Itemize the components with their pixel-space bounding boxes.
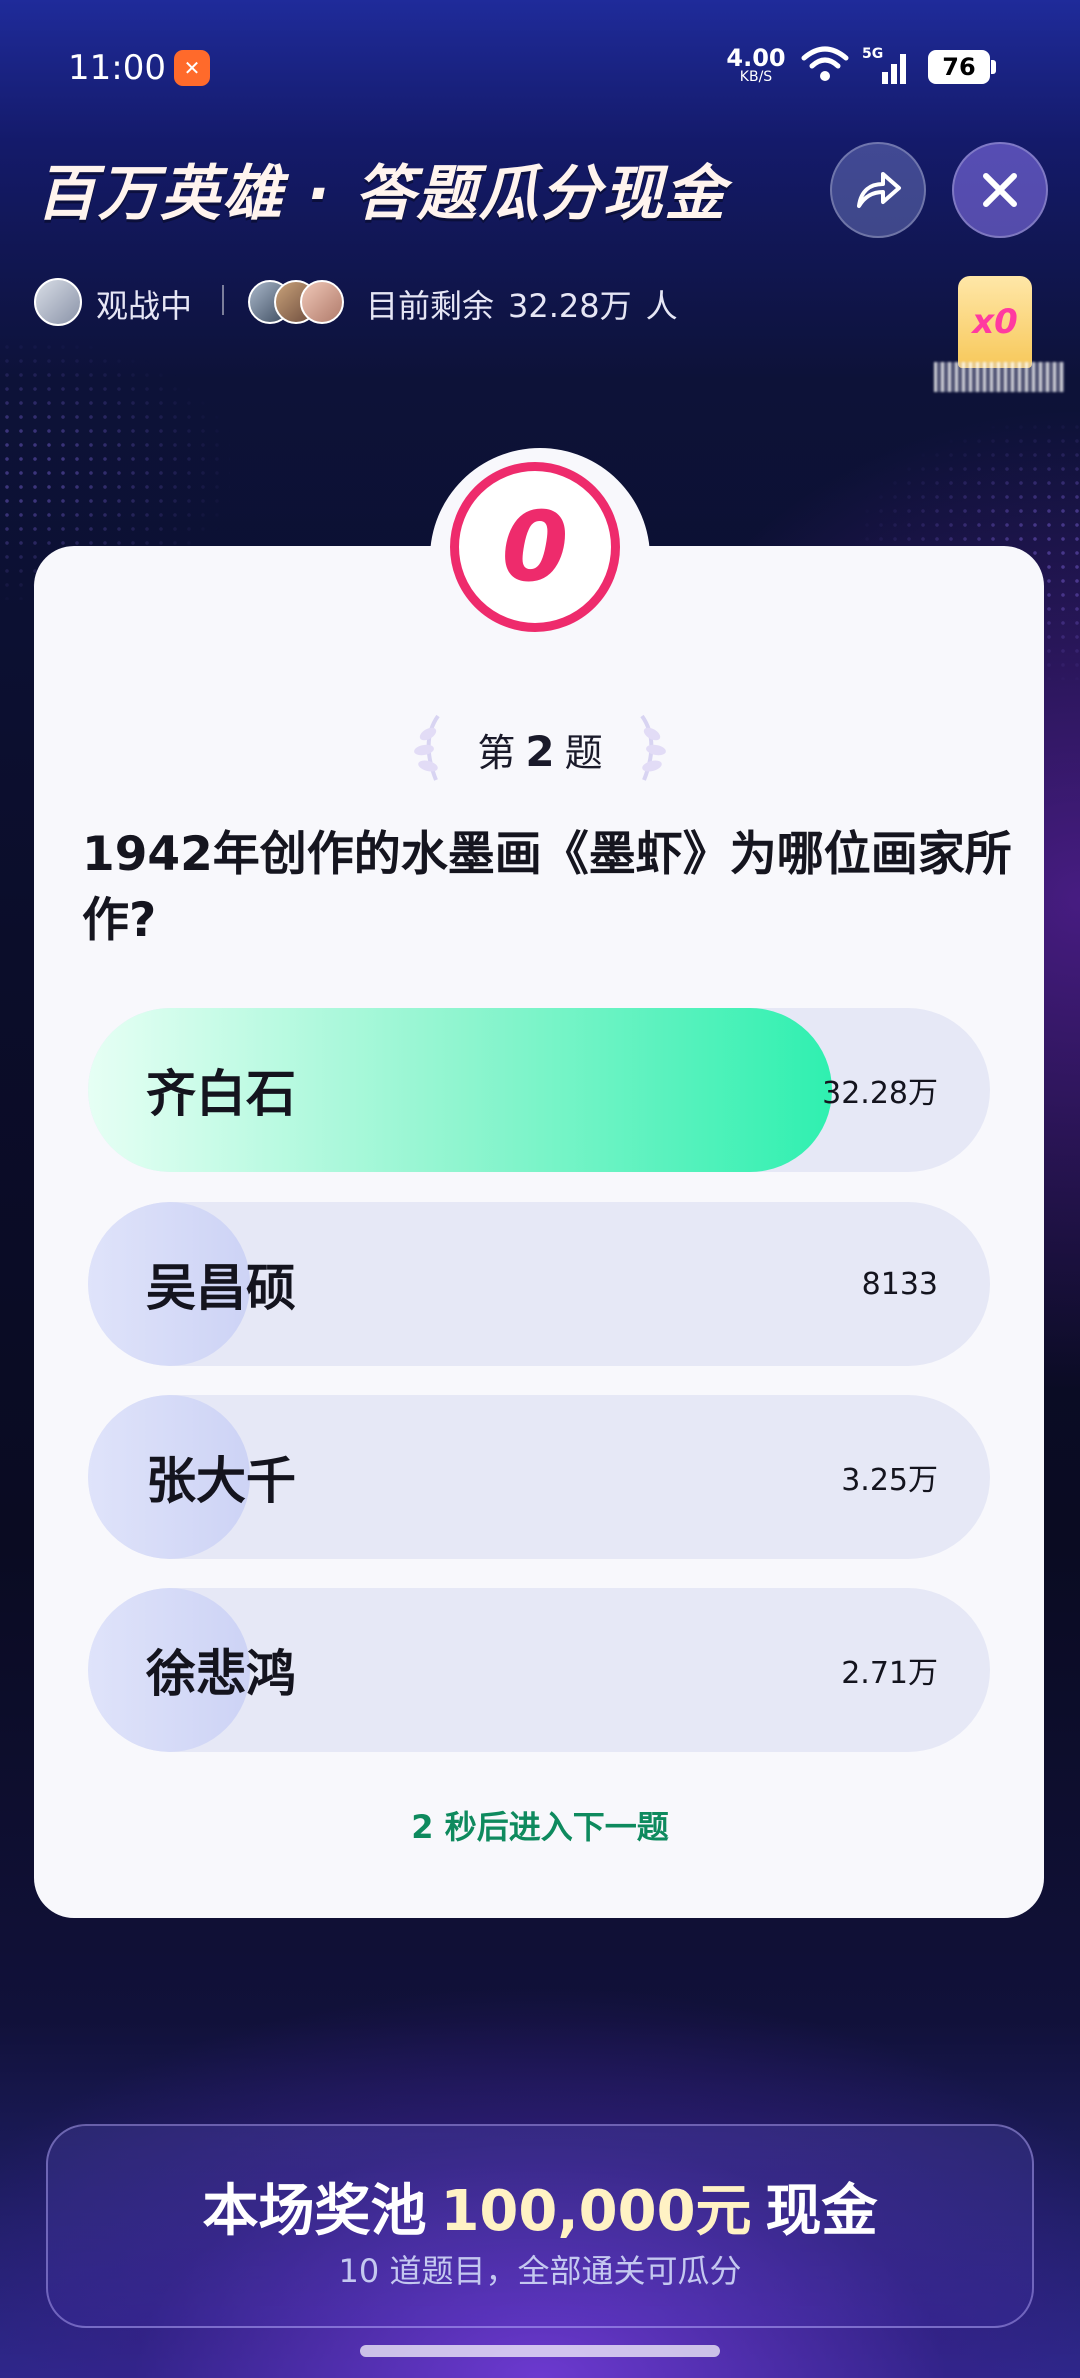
prize-prefix: 本场奖池 (202, 2179, 427, 2244)
answer-option[interactable]: 齐白石 32.28万 (88, 1008, 990, 1172)
answer-option-count: 32.28万 (822, 1076, 938, 1111)
network-speed: 4.00 KB/S (726, 46, 786, 84)
question-text: 1942年创作的水墨画《墨虾》为哪位画家所作? (82, 827, 1012, 948)
answer-option-count: 2.71万 (841, 1656, 938, 1691)
audience-avatar (300, 280, 344, 324)
answer-option[interactable]: 张大千 3.25万 (88, 1395, 990, 1559)
wifi-icon (801, 46, 849, 81)
prize-amount: 100,000元 (440, 2179, 752, 2244)
countdown-timer: 0 (450, 462, 620, 632)
status-bar: 11:00 ✕ 4.00 KB/S 5G 76 (0, 0, 1080, 140)
close-button[interactable] (952, 142, 1048, 238)
battery-icon: 76 (928, 50, 996, 84)
remaining-prefix: 目前剩余 (366, 287, 495, 325)
share-icon (857, 172, 901, 208)
avatar[interactable] (34, 278, 82, 326)
network-speed-value: 4.00 (726, 44, 786, 72)
next-question-text: 秒后进入下一题 (444, 1808, 669, 1846)
remaining-suffix: 人 (645, 287, 678, 325)
app-notification-icon: ✕ (174, 50, 210, 86)
page-title: 百万英雄 · 答题瓜分现金 (36, 159, 727, 229)
next-question-seconds: 2 (411, 1808, 434, 1846)
close-icon (983, 173, 1017, 207)
network-speed-unit: KB/S (739, 69, 773, 85)
question-number-suffix: 题 (564, 731, 603, 775)
question-number: 第2题 (0, 722, 1080, 777)
answer-option[interactable]: 吴昌硕 8133 (88, 1202, 990, 1366)
question-number-value: 2 (525, 727, 555, 776)
5g-signal-icon: 5G (862, 46, 906, 84)
divider (222, 285, 224, 315)
watching-label: 观战中 (96, 287, 193, 325)
prize-pool-title: 本场奖池 100,000元 现金 (0, 2166, 1080, 2247)
home-indicator[interactable] (360, 2345, 720, 2357)
next-question-hint: 2 秒后进入下一题 (0, 1802, 1080, 1848)
answer-option-label: 齐白石 (146, 1065, 296, 1123)
revive-multiplier-badge[interactable]: x0 (958, 276, 1032, 368)
svg-text:5G: 5G (862, 46, 883, 62)
answer-option-label: 张大千 (146, 1452, 296, 1510)
share-button[interactable] (830, 142, 926, 238)
prize-subtitle: 10 道题目，全部通关可瓜分 (338, 2252, 742, 2290)
prize-suffix: 现金 (765, 2179, 878, 2244)
answer-option-label: 徐悲鸿 (146, 1645, 296, 1703)
answer-option[interactable]: 徐悲鸿 2.71万 (88, 1588, 990, 1752)
answer-option-label: 吴昌硕 (146, 1259, 296, 1317)
answer-option-count: 3.25万 (841, 1463, 938, 1498)
question-number-prefix: 第 (477, 731, 516, 775)
remaining-players: 目前剩余 32.28万人 (366, 281, 678, 327)
status-time: 11:00 (68, 48, 166, 88)
answer-option-count: 8133 (861, 1266, 938, 1302)
remaining-count: 32.28万 (508, 287, 632, 325)
multiplier-caption (934, 362, 1064, 392)
